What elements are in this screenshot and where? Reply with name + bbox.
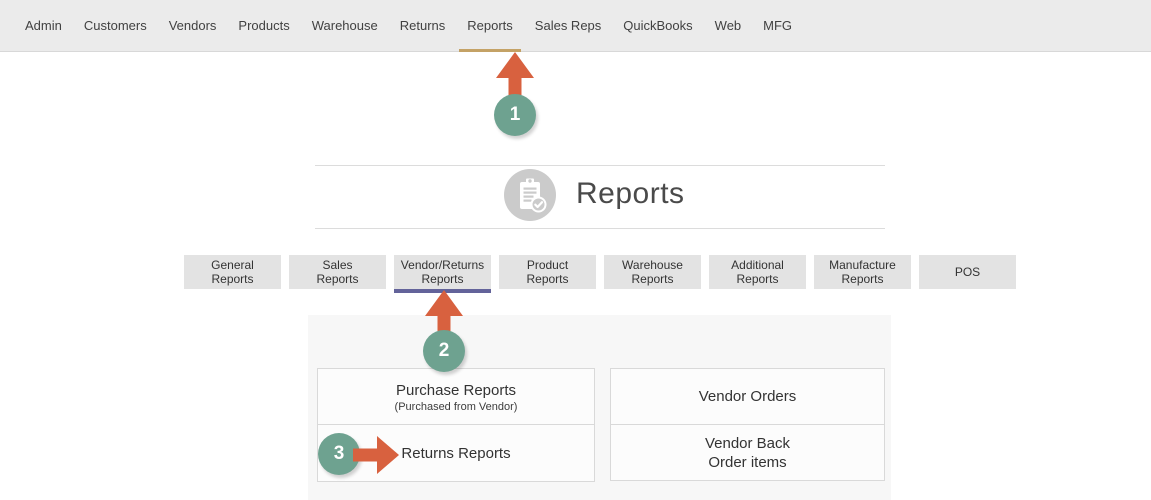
- vendor-back-order-link[interactable]: Vendor Back Order items: [611, 424, 884, 480]
- tab-label: Sales: [322, 258, 352, 273]
- tab-label: Warehouse: [622, 258, 683, 273]
- vendor-orders-label: Vendor Orders: [699, 387, 797, 406]
- tab-label: Additional: [731, 258, 784, 273]
- header-divider-bottom: [315, 228, 885, 229]
- page-title: Reports: [576, 177, 685, 211]
- tab-vendor-returns-reports[interactable]: Vendor/Returns Reports: [394, 255, 491, 289]
- tab-label: Reports: [631, 272, 673, 287]
- page: Admin Customers Vendors Products Warehou…: [0, 0, 1151, 500]
- tab-label: Vendor/Returns: [401, 258, 484, 273]
- tab-label: Reports: [526, 272, 568, 287]
- tab-label: Reports: [736, 272, 778, 287]
- step1-up-arrow-icon: [496, 52, 534, 100]
- tab-label: POS: [955, 265, 980, 280]
- tab-manufacture-reports[interactable]: Manufacture Reports: [814, 255, 911, 289]
- vendor-back-order-label-line2: Order items: [708, 453, 786, 472]
- purchase-reports-link[interactable]: Purchase Reports (Purchased from Vendor): [318, 369, 594, 424]
- nav-item-warehouse[interactable]: Warehouse: [312, 0, 378, 52]
- purchase-reports-label: Purchase Reports: [396, 381, 516, 400]
- tab-general-reports[interactable]: General Reports: [184, 255, 281, 289]
- tab-label: Product: [527, 258, 568, 273]
- tab-label: Reports: [316, 272, 358, 287]
- step1-badge: 1: [494, 94, 536, 136]
- tab-label: Reports: [841, 272, 883, 287]
- right-report-group: Vendor Orders Vendor Back Order items: [610, 368, 885, 481]
- vendor-back-order-label-line1: Vendor Back: [705, 434, 790, 453]
- top-nav-bar: Admin Customers Vendors Products Warehou…: [0, 0, 1151, 52]
- nav-item-vendors[interactable]: Vendors: [169, 0, 217, 52]
- vendor-orders-link[interactable]: Vendor Orders: [611, 369, 884, 424]
- tab-additional-reports[interactable]: Additional Reports: [709, 255, 806, 289]
- tab-sales-reports[interactable]: Sales Reports: [289, 255, 386, 289]
- nav-item-quickbooks[interactable]: QuickBooks: [623, 0, 692, 52]
- reports-icon: [504, 169, 556, 221]
- nav-item-reports[interactable]: Reports: [467, 0, 513, 52]
- nav-item-web[interactable]: Web: [715, 0, 742, 52]
- tab-label: Manufacture: [829, 258, 896, 273]
- nav-item-admin[interactable]: Admin: [25, 0, 62, 52]
- tab-pos[interactable]: POS: [919, 255, 1016, 289]
- nav-item-returns[interactable]: Returns: [400, 0, 446, 52]
- header-divider-top: [315, 165, 885, 166]
- tab-product-reports[interactable]: Product Reports: [499, 255, 596, 289]
- purchase-reports-sublabel: (Purchased from Vendor): [395, 401, 518, 413]
- tab-label: Reports: [211, 272, 253, 287]
- returns-reports-label: Returns Reports: [401, 444, 510, 463]
- report-category-tabs: General Reports Sales Reports Vendor/Ret…: [184, 255, 1016, 289]
- step2-badge: 2: [423, 330, 465, 372]
- step2-up-arrow-icon: [425, 290, 463, 334]
- tab-label: General: [211, 258, 254, 273]
- tab-label: Reports: [421, 272, 463, 287]
- nav-item-mfg[interactable]: MFG: [763, 0, 792, 52]
- nav-item-products[interactable]: Products: [238, 0, 289, 52]
- step3-right-arrow-icon: [353, 436, 399, 474]
- nav-item-sales-reps[interactable]: Sales Reps: [535, 0, 601, 52]
- nav-item-customers[interactable]: Customers: [84, 0, 147, 52]
- tab-warehouse-reports[interactable]: Warehouse Reports: [604, 255, 701, 289]
